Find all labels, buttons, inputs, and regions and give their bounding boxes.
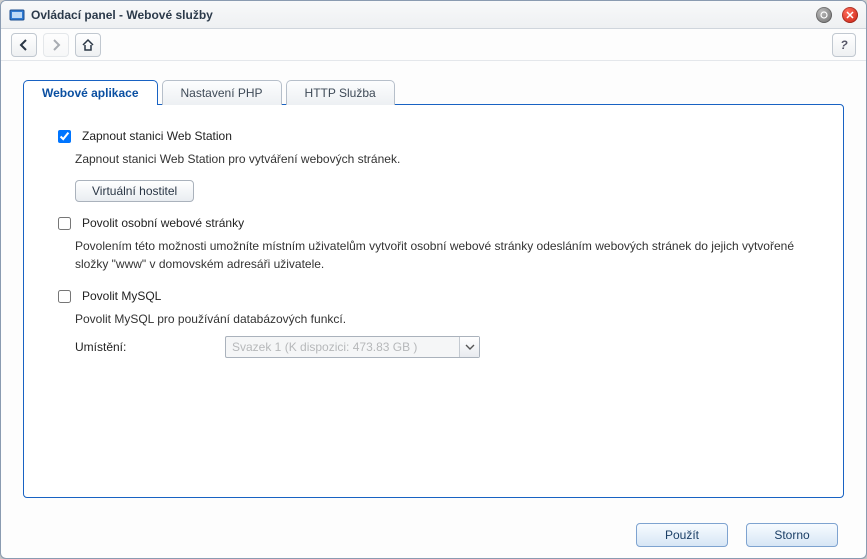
checkbox-web-station[interactable] bbox=[58, 130, 71, 143]
tab-panel: Zapnout stanici Web Station Zapnout stan… bbox=[23, 104, 844, 498]
button-label: Storno bbox=[774, 528, 809, 542]
tab-bar: Webové aplikace Nastavení PHP HTTP Služb… bbox=[23, 79, 844, 104]
close-icon[interactable] bbox=[842, 7, 858, 23]
tab-http-service[interactable]: HTTP Služba bbox=[286, 80, 395, 105]
checkbox-label: Povolit osobní webové stránky bbox=[82, 216, 244, 230]
help-button[interactable]: ? bbox=[832, 33, 856, 57]
titlebar: Ovládací panel - Webové služby bbox=[1, 1, 866, 29]
mysql-location-label: Umístění: bbox=[75, 340, 215, 354]
option-personal-sites-desc: Povolením této možnosti umožníte místním… bbox=[75, 237, 821, 273]
tab-web-apps[interactable]: Webové aplikace bbox=[23, 80, 158, 105]
chevron-down-icon bbox=[459, 337, 479, 357]
option-mysql: Povolit MySQL bbox=[54, 289, 821, 306]
toolbar: ? bbox=[1, 29, 866, 61]
window-title: Ovládací panel - Webové služby bbox=[31, 8, 213, 22]
tab-label: Webové aplikace bbox=[42, 86, 139, 100]
tab-label: HTTP Služba bbox=[305, 86, 376, 100]
option-mysql-desc: Povolit MySQL pro používání databázových… bbox=[75, 310, 821, 328]
select-value: Svazek 1 (K dispozici: 473.83 GB ) bbox=[226, 340, 459, 354]
button-label: Použít bbox=[665, 528, 699, 542]
mysql-location-row: Umístění: Svazek 1 (K dispozici: 473.83 … bbox=[75, 336, 821, 358]
virtual-host-button[interactable]: Virtuální hostitel bbox=[75, 180, 194, 202]
titlebar-help-icon[interactable] bbox=[816, 7, 832, 23]
app-icon bbox=[9, 7, 25, 23]
apply-button[interactable]: Použít bbox=[636, 523, 728, 547]
option-personal-sites: Povolit osobní webové stránky bbox=[54, 216, 821, 233]
checkbox-mysql[interactable] bbox=[58, 290, 71, 303]
content-area: Webové aplikace Nastavení PHP HTTP Služb… bbox=[1, 61, 866, 512]
checkbox-personal-sites[interactable] bbox=[58, 217, 71, 230]
window: Ovládací panel - Webové služby ? Webové … bbox=[0, 0, 867, 559]
option-web-station-desc: Zapnout stanici Web Station pro vytvářen… bbox=[75, 150, 821, 168]
button-label: Virtuální hostitel bbox=[92, 184, 177, 198]
checkbox-label: Povolit MySQL bbox=[82, 289, 161, 303]
footer: Použít Storno bbox=[1, 512, 866, 558]
option-web-station: Zapnout stanici Web Station bbox=[54, 129, 821, 146]
back-button[interactable] bbox=[11, 33, 37, 57]
mysql-location-select[interactable]: Svazek 1 (K dispozici: 473.83 GB ) bbox=[225, 336, 480, 358]
checkbox-label: Zapnout stanici Web Station bbox=[82, 129, 232, 143]
tab-php-settings[interactable]: Nastavení PHP bbox=[162, 80, 282, 105]
home-button[interactable] bbox=[75, 33, 101, 57]
forward-button[interactable] bbox=[43, 33, 69, 57]
tab-label: Nastavení PHP bbox=[181, 86, 263, 100]
cancel-button[interactable]: Storno bbox=[746, 523, 838, 547]
